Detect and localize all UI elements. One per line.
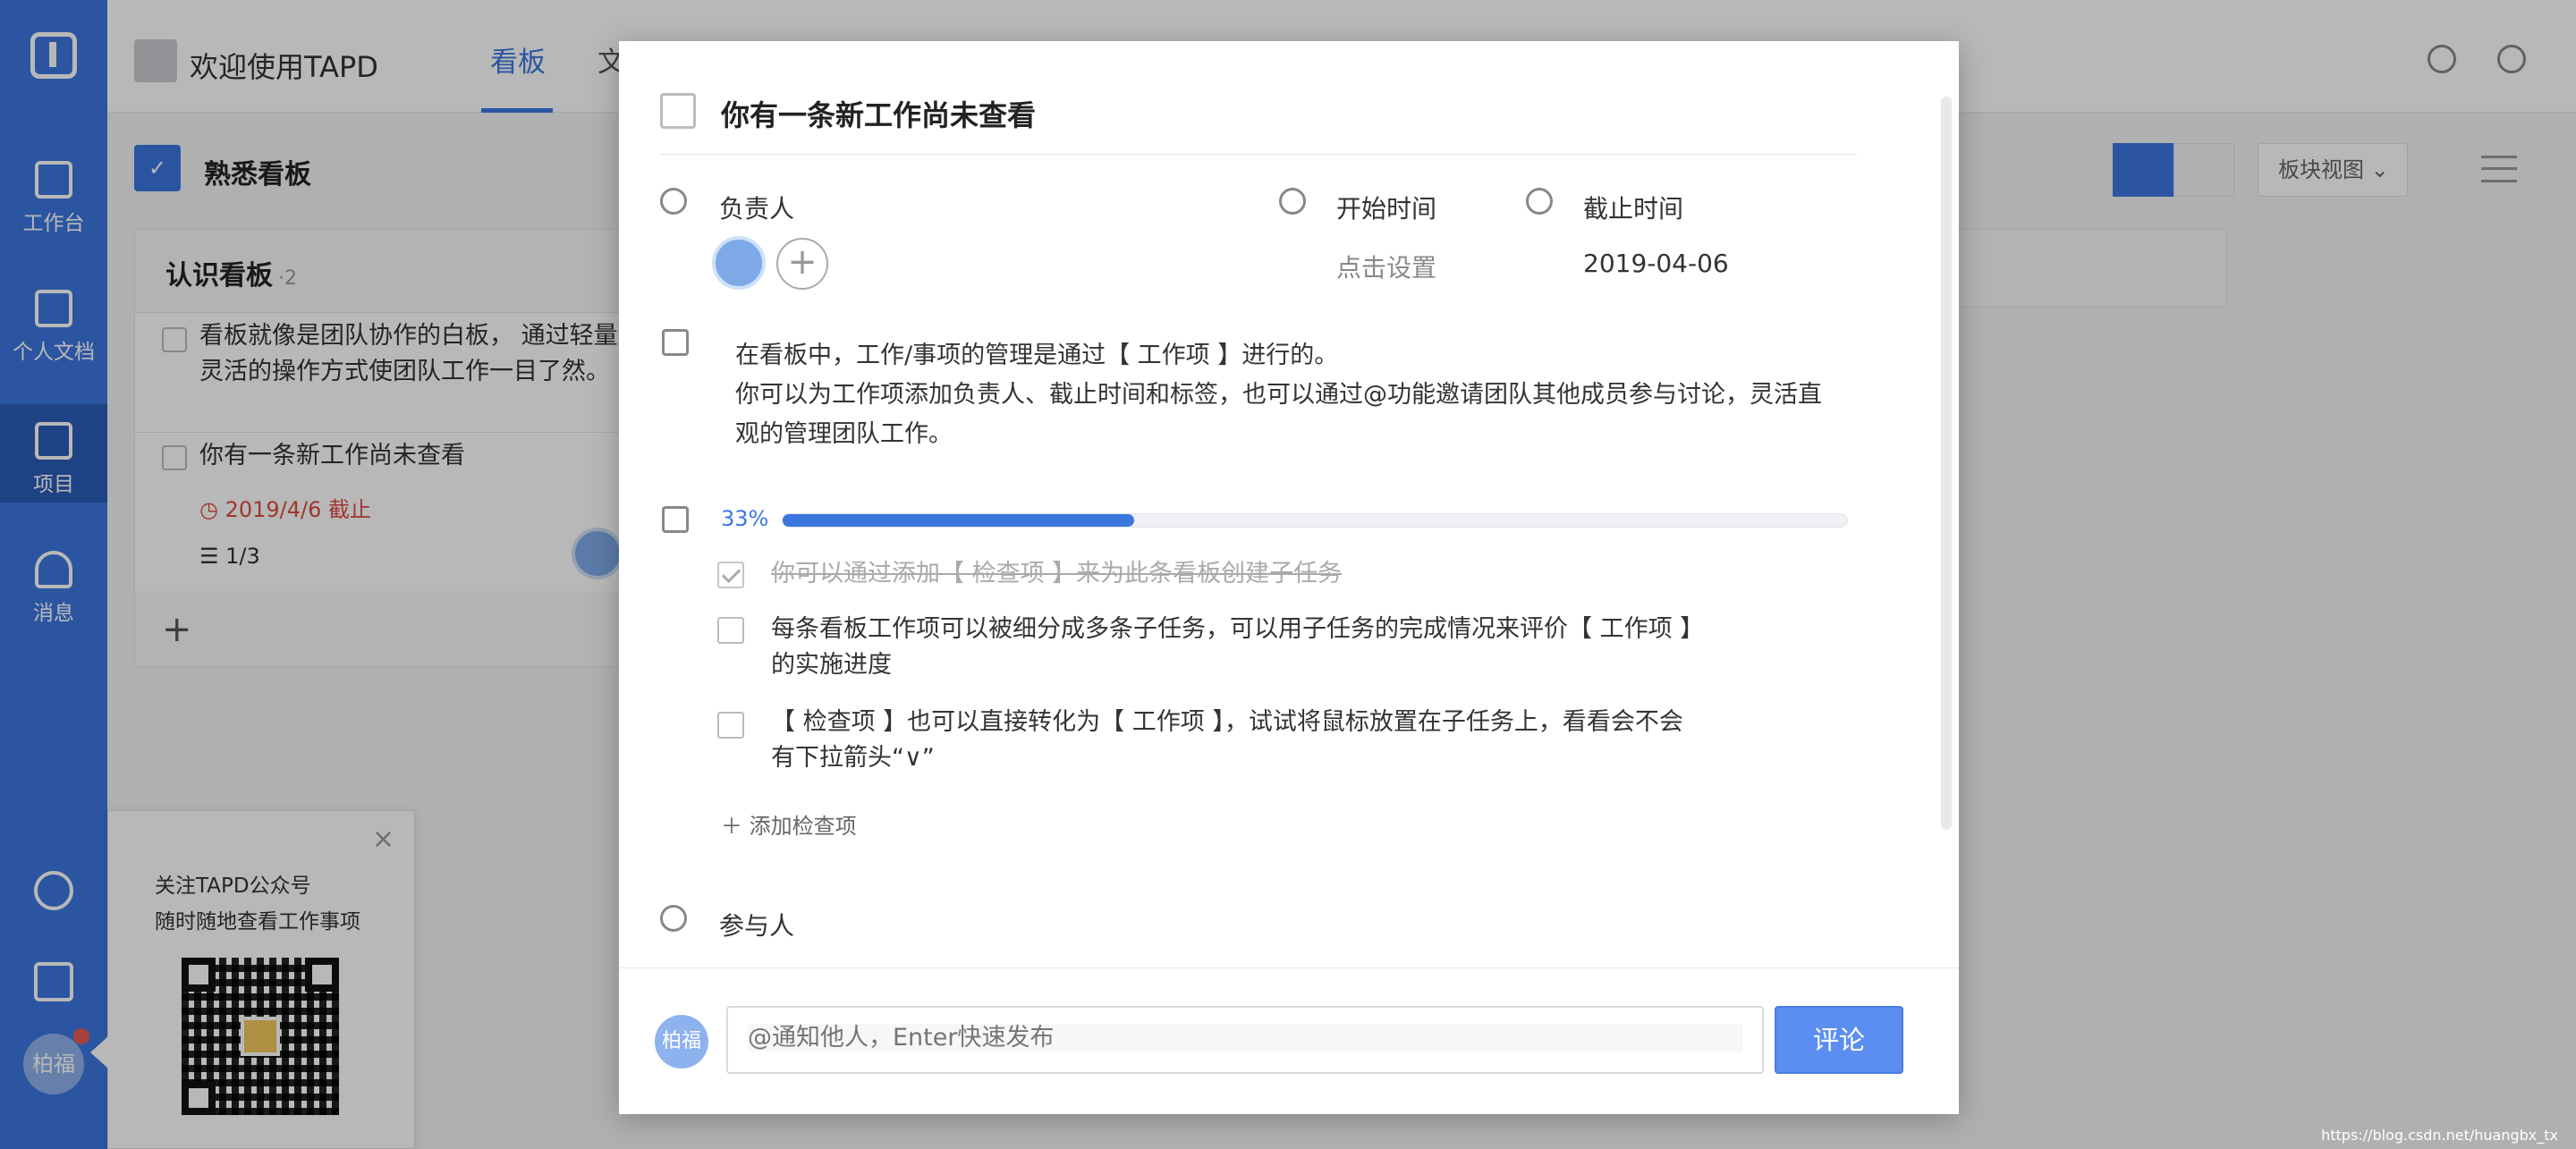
progress-fill (783, 514, 1134, 527)
start-time-value[interactable]: 点击设置 (1336, 249, 1436, 284)
checklist-item-text[interactable]: 【 检查项 】也可以直接转化为【 工作项 】，试试将鼠标放置在子任务上，看看会不… (771, 705, 1701, 776)
user-icon (660, 188, 687, 215)
assignee-label: 负责人 (719, 194, 795, 224)
checklist-icon (662, 506, 689, 533)
comment-button[interactable]: 评论 (1775, 1006, 1903, 1074)
comment-input[interactable] (748, 1024, 1742, 1052)
divider (660, 154, 1857, 155)
add-checklist-label: 添加检查项 (749, 814, 857, 839)
description-line: 在看板中，工作/事项的管理是通过【 工作项 】进行的。 (735, 342, 1339, 369)
progress-percent: 33% (721, 506, 769, 531)
description-icon (662, 329, 689, 356)
due-time-label: 截止时间 (1583, 194, 1684, 224)
add-assignee-button[interactable]: + (776, 238, 828, 290)
checklist-item-text[interactable]: 每条看板工作项可以被细分成多条子任务，可以用子任务的完成情况来评价【 工作项 】… (771, 612, 1701, 683)
plus-icon: ＋ (721, 814, 742, 839)
due-time-icon (1526, 188, 1553, 215)
description-line: 你可以为工作项添加负责人、截止时间和标签，也可以通过@功能邀请团队其他成员参与讨… (735, 381, 1822, 448)
due-time-value[interactable]: 2019-04-06 (1583, 249, 1729, 278)
work-item-title[interactable]: 你有一条新工作尚未查看 (721, 93, 1036, 134)
add-checklist-button[interactable]: ＋ 添加检查项 (721, 808, 857, 840)
description[interactable]: 在看板中，工作/事项的管理是通过【 工作项 】进行的。 你可以为工作项添加负责人… (735, 336, 1844, 454)
comment-avatar: 柏福 (655, 1015, 708, 1069)
participants-icon (660, 905, 687, 932)
comment-input-wrapper[interactable] (726, 1006, 1764, 1074)
participants-label: 参与人 (719, 911, 795, 941)
modal-scrollbar[interactable] (1941, 97, 1952, 830)
checklist-item-checkbox[interactable] (717, 617, 744, 644)
work-item-checkbox[interactable] (660, 93, 696, 129)
start-time-label: 开始时间 (1336, 194, 1437, 224)
checklist-item-checkbox[interactable] (717, 712, 744, 739)
work-item-modal: 你有一条新工作尚未查看 负责人 + 开始时间 点击设置 截止时间 2019-04… (619, 41, 1959, 1114)
progress-bar (782, 513, 1848, 528)
comment-footer: 柏福 评论 (619, 967, 1959, 1114)
assignee-avatar[interactable] (712, 236, 766, 290)
checklist-item-text[interactable]: 你可以通过添加【 检查项 】来为此条看板创建子任务 (771, 556, 1755, 592)
start-time-icon (1279, 188, 1306, 215)
checklist-item-checkbox[interactable] (717, 562, 744, 588)
watermark: https://blog.csdn.net/huangbx_tx (2321, 1127, 2558, 1144)
